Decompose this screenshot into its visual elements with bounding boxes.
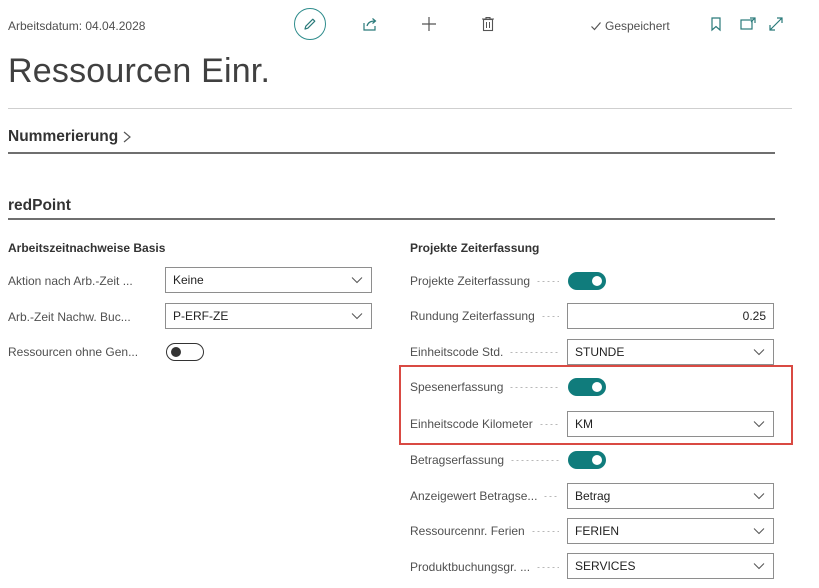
product-posting-group-select[interactable]: SERVICES bbox=[567, 553, 774, 579]
chevron-down-icon bbox=[753, 349, 765, 356]
toggle-knob bbox=[592, 276, 602, 286]
work-date: Arbeitsdatum: 04.04.2028 bbox=[8, 19, 146, 33]
resources-without-gen-toggle[interactable] bbox=[166, 343, 204, 361]
delete-button[interactable] bbox=[478, 14, 498, 34]
resource-no-holiday-select[interactable]: FERIEN bbox=[567, 518, 774, 544]
chevron-right-icon bbox=[123, 131, 132, 143]
field-label-display-value-amount: Anzeigewert Betragse... bbox=[410, 487, 565, 505]
field-label-unit-code-hours: Einheitscode Std. bbox=[410, 343, 565, 361]
action-after-time-select[interactable]: Keine bbox=[165, 267, 372, 293]
pencil-icon bbox=[304, 18, 316, 30]
open-new-window-icon bbox=[740, 17, 756, 30]
amount-tracking-toggle[interactable] bbox=[568, 451, 606, 469]
section-redpoint-title: redPoint bbox=[8, 197, 71, 214]
project-time-tracking-toggle[interactable] bbox=[568, 272, 606, 290]
highlight-box bbox=[399, 365, 793, 445]
field-label-action-after-time: Aktion nach Arb.-Zeit ... bbox=[8, 274, 133, 288]
section-numbering-title: Nummerierung bbox=[8, 128, 119, 145]
left-group-title: Arbeitszeitnachweise Basis bbox=[8, 241, 166, 255]
field-label-resource-no-holiday: Ressourcennr. Ferien bbox=[410, 522, 565, 540]
chevron-down-icon bbox=[351, 277, 363, 284]
unit-code-hours-select[interactable]: STUNDE bbox=[567, 339, 774, 365]
edit-button[interactable] bbox=[294, 8, 326, 40]
field-label-amount-tracking: Betragserfassung bbox=[410, 451, 565, 469]
expand-icon bbox=[769, 17, 783, 31]
toggle-knob bbox=[592, 455, 602, 465]
plus-icon bbox=[422, 17, 436, 31]
section-redpoint-header[interactable]: redPoint bbox=[8, 197, 71, 215]
trash-icon bbox=[482, 16, 494, 32]
section-numbering-header[interactable]: Nummerierung bbox=[8, 128, 132, 146]
expand-button[interactable] bbox=[766, 14, 786, 34]
open-new-window-button[interactable] bbox=[738, 14, 758, 34]
field-label-product-posting-group: Produktbuchungsgr. ... bbox=[410, 558, 565, 576]
chevron-down-icon bbox=[753, 493, 765, 500]
field-label-resources-without-gen: Ressourcen ohne Gen... bbox=[8, 345, 139, 359]
checkmark-icon bbox=[591, 22, 601, 31]
bookmark-button[interactable] bbox=[706, 14, 726, 34]
save-status: Gespeichert bbox=[590, 19, 670, 33]
time-posting-select[interactable]: P-ERF-ZE bbox=[165, 303, 372, 329]
page-title: Ressourcen Einr. bbox=[8, 52, 271, 90]
share-button[interactable] bbox=[360, 14, 380, 34]
right-group-title: Projekte Zeiterfassung bbox=[410, 241, 540, 255]
chevron-down-icon bbox=[351, 313, 363, 320]
redpoint-divider bbox=[8, 218, 775, 220]
toggle-knob bbox=[171, 347, 181, 357]
rounding-time-input[interactable]: 0.25 bbox=[567, 303, 774, 329]
field-label-project-time-tracking: Projekte Zeiterfassung bbox=[410, 272, 565, 290]
new-button[interactable] bbox=[419, 14, 439, 34]
display-value-amount-select[interactable]: Betrag bbox=[567, 483, 774, 509]
numbering-divider bbox=[8, 152, 775, 154]
field-label-rounding-time: Rundung Zeiterfassung bbox=[410, 307, 565, 325]
chevron-down-icon bbox=[753, 528, 765, 535]
share-icon bbox=[363, 18, 377, 31]
field-label-time-posting: Arb.-Zeit Nachw. Buc... bbox=[8, 310, 131, 324]
bookmark-icon bbox=[711, 17, 721, 32]
chevron-down-icon bbox=[753, 563, 765, 570]
title-divider bbox=[8, 108, 792, 109]
save-status-label: Gespeichert bbox=[605, 19, 670, 33]
